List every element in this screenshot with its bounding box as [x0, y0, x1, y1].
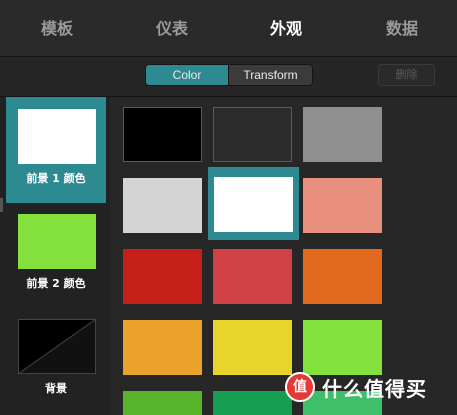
swatch-yellow[interactable] — [213, 320, 292, 375]
foreground-2-swatch — [18, 214, 96, 269]
foreground-1-swatch — [18, 109, 96, 164]
sidebar-item-label: 前景 2 颜色 — [26, 277, 86, 290]
sidebar-item-background[interactable]: 背景 — [6, 307, 106, 413]
swatch-gray[interactable] — [303, 107, 382, 162]
swatch-lime-green[interactable] — [303, 320, 382, 375]
watermark: 值 什么值得买 — [285, 368, 453, 406]
swatch-orange[interactable] — [303, 249, 382, 304]
color-segment-button[interactable]: Color — [146, 65, 228, 85]
sidebar-item-foreground-2[interactable]: 前景 2 颜色 — [6, 202, 106, 308]
sidebar-item-foreground-1[interactable]: 前景 1 颜色 — [6, 97, 106, 203]
watermark-logo-icon: 值 — [285, 372, 315, 402]
swatch-dark-gray[interactable] — [213, 107, 292, 162]
sidebar-item-label: 背景 — [45, 382, 67, 395]
sidebar-item-label: 前景 1 颜色 — [26, 172, 86, 185]
transform-segment-button[interactable]: Transform — [228, 65, 312, 85]
swatch-green[interactable] — [123, 391, 202, 415]
tab-gauge[interactable]: 仪表 — [137, 16, 207, 42]
background-swatch — [18, 319, 96, 374]
top-tab-bar: 模板 仪表 外观 数据 — [0, 0, 457, 57]
swatch-rose-red[interactable] — [213, 249, 292, 304]
swatch-black[interactable] — [123, 107, 202, 162]
color-target-sidebar: 前景 1 颜色 前景 2 颜色 背景 — [0, 97, 110, 415]
tab-template[interactable]: 模板 — [22, 16, 92, 42]
swatch-white[interactable] — [214, 177, 293, 232]
mode-segmented-control: Color Transform — [145, 64, 313, 86]
resize-handle[interactable] — [0, 198, 3, 212]
toolbar: Color Transform 删除 — [0, 57, 457, 97]
swatch-light-gray[interactable] — [123, 178, 202, 233]
delete-button[interactable]: 删除 — [378, 64, 435, 86]
swatch-salmon[interactable] — [303, 178, 382, 233]
watermark-text: 什么值得买 — [322, 376, 427, 401]
swatch-emerald[interactable] — [213, 391, 292, 415]
tab-data[interactable]: 数据 — [367, 16, 437, 42]
tab-appearance[interactable]: 外观 — [251, 16, 321, 42]
swatch-amber[interactable] — [123, 320, 202, 375]
swatch-red[interactable] — [123, 249, 202, 304]
